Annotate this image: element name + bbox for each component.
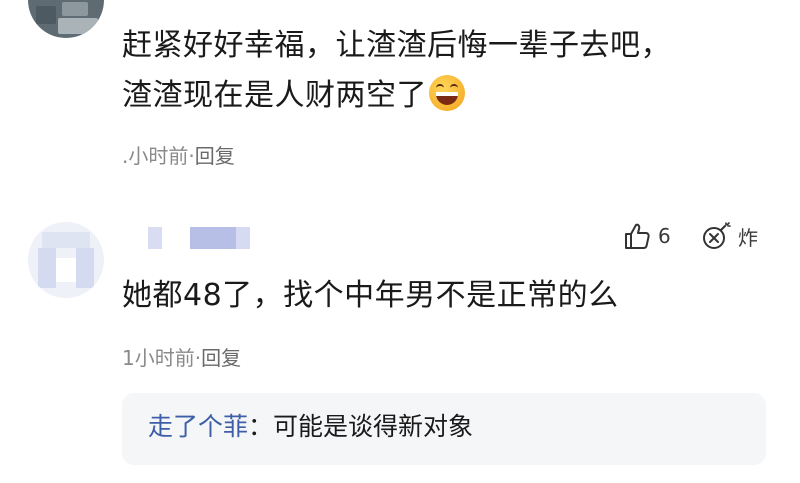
sub-reply-text: 可能是谈得新对象 bbox=[273, 412, 474, 441]
grinning-squint-face-icon bbox=[429, 75, 465, 111]
thumbs-up-icon bbox=[622, 221, 652, 251]
username-blurred[interactable] bbox=[148, 227, 162, 249]
avatar[interactable] bbox=[28, 222, 104, 298]
bomb-icon bbox=[700, 221, 732, 251]
reply-button[interactable]: 回复 bbox=[195, 144, 235, 168]
comment-text-line: 渣渣现在是人财两空了 bbox=[122, 72, 465, 120]
comment-meta: .小时前·回复 bbox=[122, 140, 235, 169]
like-count: 6 bbox=[658, 224, 671, 248]
comment-text-line: 赶紧好好幸福，让渣渣后悔一辈子去吧， bbox=[122, 28, 671, 63]
like-button[interactable]: 6 bbox=[622, 220, 671, 252]
username-blurred[interactable] bbox=[236, 227, 250, 249]
username-blurred[interactable] bbox=[190, 227, 236, 249]
sub-reply: 走了个菲：可能是谈得新对象 bbox=[148, 409, 473, 445]
comment-text: 她都48了，找个中年男不是正常的么 bbox=[122, 278, 619, 313]
timestamp: .小时前 bbox=[122, 144, 189, 168]
timestamp: 1小时前 bbox=[122, 346, 195, 370]
sub-reply-box[interactable]: 走了个菲：可能是谈得新对象 bbox=[122, 393, 766, 465]
bomb-button[interactable]: 炸 bbox=[700, 220, 758, 252]
sub-reply-separator: ： bbox=[248, 412, 274, 441]
reply-button[interactable]: 回复 bbox=[201, 346, 241, 370]
avatar[interactable] bbox=[28, 0, 104, 38]
sub-reply-author[interactable]: 走了个菲 bbox=[148, 412, 248, 441]
bomb-label: 炸 bbox=[738, 225, 758, 250]
comment-text: 渣渣现在是人财两空了 bbox=[122, 78, 427, 113]
comment-meta: 1小时前·回复 bbox=[122, 342, 241, 371]
